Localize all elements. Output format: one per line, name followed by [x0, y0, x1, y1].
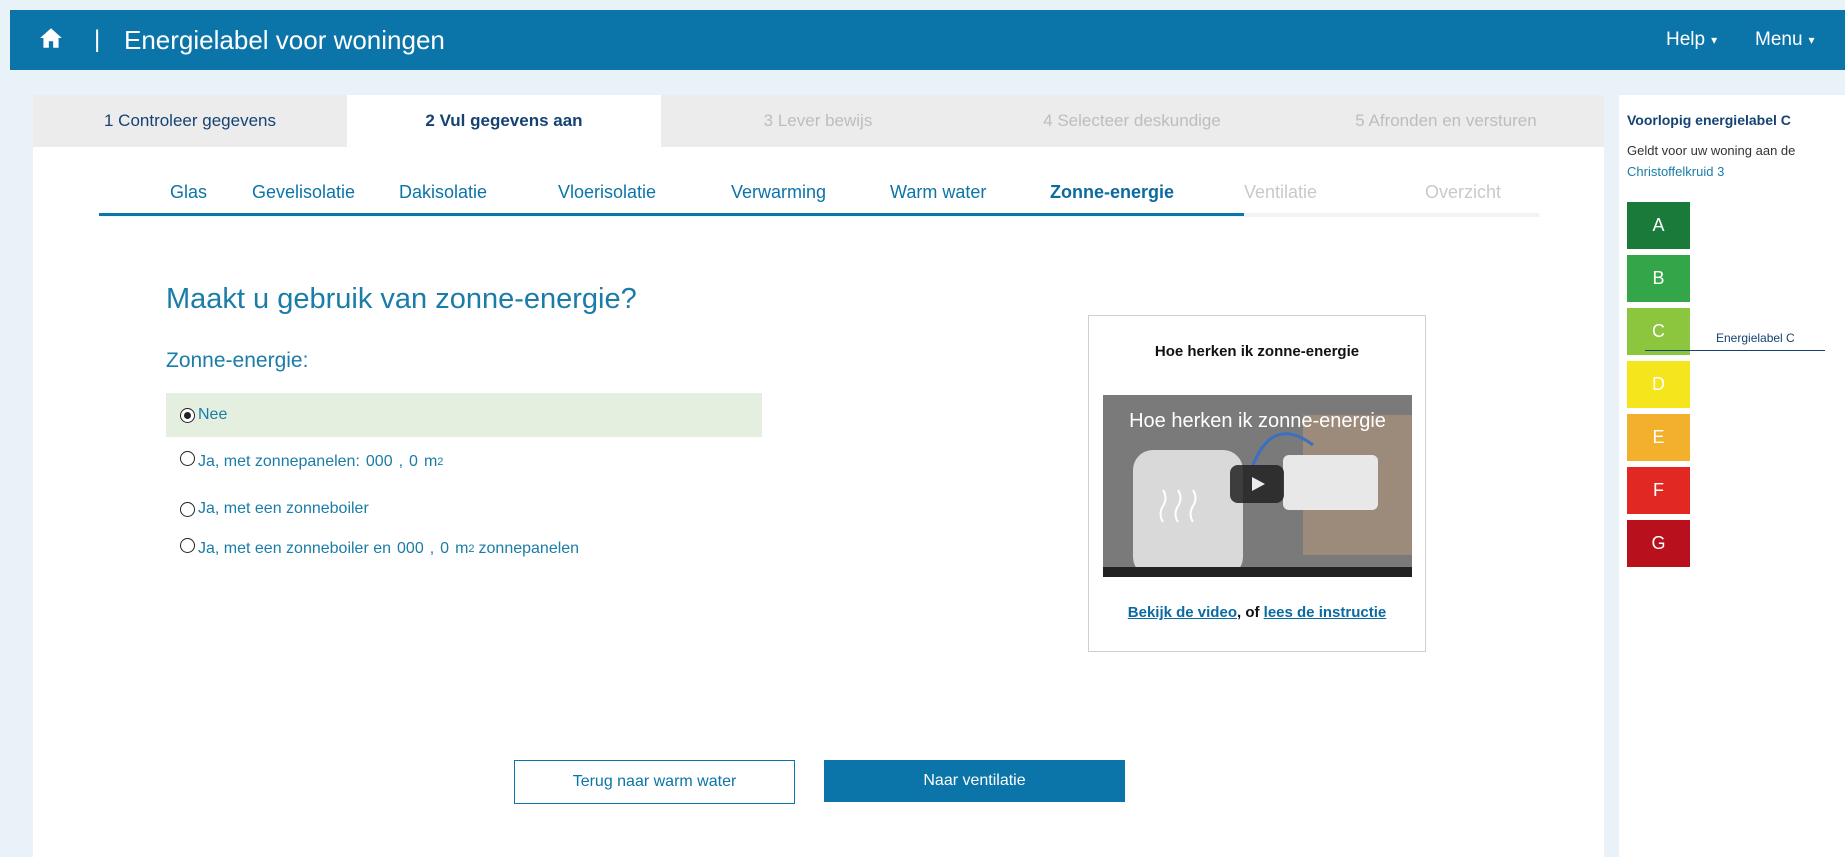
read-instruction-link[interactable]: lees de instructie	[1264, 604, 1387, 621]
header-separator: |	[94, 26, 101, 53]
step-indicator: 1 Controleer gegevens 2 Vul gegevens aan…	[33, 95, 1604, 147]
option-nee-label: Nee	[198, 406, 228, 423]
label-bar-f: F	[1627, 467, 1690, 514]
tab-ventilatie: Ventilatie	[1244, 182, 1318, 202]
menu-label: Menu	[1755, 29, 1803, 50]
unit-exponent: 2	[437, 456, 444, 468]
radio-checked-icon[interactable]	[180, 407, 195, 423]
video-links: Bekijk de video, of lees de instructie	[1089, 604, 1425, 621]
panelen-decimal-input[interactable]: 0	[409, 453, 418, 471]
tab-glas[interactable]: Glas	[170, 171, 207, 213]
sub-tabs: Glas Gevelisolatie Dakisolatie Vloerisol…	[99, 171, 1539, 217]
video-thumb-caption: Hoe herken ik zonne-energie	[1129, 410, 1386, 432]
field-label: Zonne-energie:	[166, 349, 309, 372]
label-bar-d: D	[1627, 361, 1690, 408]
decimal-separator: ,	[398, 453, 404, 470]
option-zonneboiler[interactable]: Ja, met een zonneboiler	[166, 500, 369, 518]
label-bar-b: B	[1627, 255, 1690, 302]
links-separator: , of	[1236, 604, 1264, 621]
tab-dakisolatie[interactable]: Dakisolatie	[399, 171, 487, 213]
panelen-integer-input[interactable]: 000	[366, 453, 393, 471]
video-thumbnail[interactable]: Hoe herken ik zonne-energie	[1103, 395, 1412, 577]
main-menu[interactable]: Menu ▾	[1755, 29, 1815, 51]
help-label: Help	[1666, 29, 1706, 50]
sidebar-title: Voorlopig energielabel C	[1627, 112, 1791, 128]
step-4: 4 Selecteer deskundige	[1043, 111, 1221, 130]
watch-video-link[interactable]: Bekijk de video	[1128, 604, 1237, 621]
chevron-down-icon: ▾	[1711, 32, 1718, 47]
radio-unchecked-icon[interactable]	[180, 537, 195, 553]
unit-label: m	[423, 453, 438, 470]
chevron-down-icon: ▾	[1808, 32, 1815, 47]
tab-overzicht: Overzicht	[1425, 182, 1502, 202]
video-title: Hoe herken ik zonne-energie	[1154, 343, 1360, 360]
unit-label: m	[455, 540, 469, 557]
pointer-line	[1645, 350, 1825, 351]
app-title: Energielabel voor woningen	[124, 25, 445, 55]
question-title: Maakt u gebruik van zonne-energie?	[166, 283, 637, 315]
unit-exponent: 2	[468, 543, 475, 555]
step-5: 5 Afronden en versturen	[1355, 111, 1537, 130]
combi-decimal-input[interactable]: 0	[440, 540, 449, 558]
step-2[interactable]: 2 Vul gegevens aan	[347, 95, 661, 147]
main-panel: 1 Controleer gegevens 2 Vul gegevens aan…	[33, 95, 1604, 857]
combi-integer-input[interactable]: 000	[397, 540, 424, 558]
label-bar-c: C	[1627, 308, 1690, 355]
option-zonneboiler-label: Ja, met een zonneboiler	[198, 500, 369, 517]
label-bar-a: A	[1627, 202, 1690, 249]
top-bar: | Energielabel voor woningen Help ▾ Menu ▾	[10, 10, 1845, 70]
option-zonnepanelen-label: Ja, met zonnepanelen:	[198, 453, 360, 470]
play-icon[interactable]	[1230, 465, 1284, 503]
label-bar-e: E	[1627, 414, 1690, 461]
video-card: Hoe herken ik zonne-energie Hoe herken i…	[1088, 315, 1426, 652]
step-1[interactable]: 1 Controleer gegevens	[33, 95, 347, 147]
sidebar-address: Christoffelkruid 3	[1627, 164, 1725, 179]
option-combi-label: Ja, met een zonneboiler en	[198, 540, 392, 557]
back-button[interactable]: Terug naar warm water	[514, 760, 795, 804]
decimal-separator: ,	[429, 540, 435, 557]
tab-progress-underline	[99, 213, 1244, 216]
home-icon[interactable]	[38, 25, 64, 51]
step-3: 3 Lever bewijs	[763, 111, 873, 130]
radio-unchecked-icon[interactable]	[180, 450, 195, 466]
option-nee[interactable]: Nee	[166, 393, 762, 437]
option-zonnepanelen[interactable]: Ja, met zonnepanelen: 000 , 0 m2	[166, 450, 444, 471]
radio-unchecked-icon[interactable]	[180, 501, 195, 517]
tab-zonne-energie[interactable]: Zonne-energie	[1050, 171, 1174, 213]
energy-label-sidebar: Voorlopig energielabel C Geldt voor uw w…	[1619, 95, 1845, 857]
label-bar-g: G	[1627, 520, 1690, 567]
tab-gevelisolatie[interactable]: Gevelisolatie	[252, 171, 355, 213]
tab-verwarming[interactable]: Verwarming	[731, 171, 826, 213]
option-zonneboiler-en-panelen[interactable]: Ja, met een zonneboiler en 000 , 0 m2 zo…	[166, 537, 580, 558]
tab-vloerisolatie[interactable]: Vloerisolatie	[558, 171, 656, 213]
sidebar-text: Geldt voor uw woning aan de	[1627, 143, 1796, 158]
next-button[interactable]: Naar ventilatie	[824, 760, 1125, 802]
help-menu[interactable]: Help ▾	[1666, 29, 1717, 51]
current-label-pointer: Energielabel C	[1716, 331, 1795, 345]
tab-warm-water[interactable]: Warm water	[890, 171, 986, 213]
combi-suffix: zonnepanelen	[478, 540, 580, 557]
